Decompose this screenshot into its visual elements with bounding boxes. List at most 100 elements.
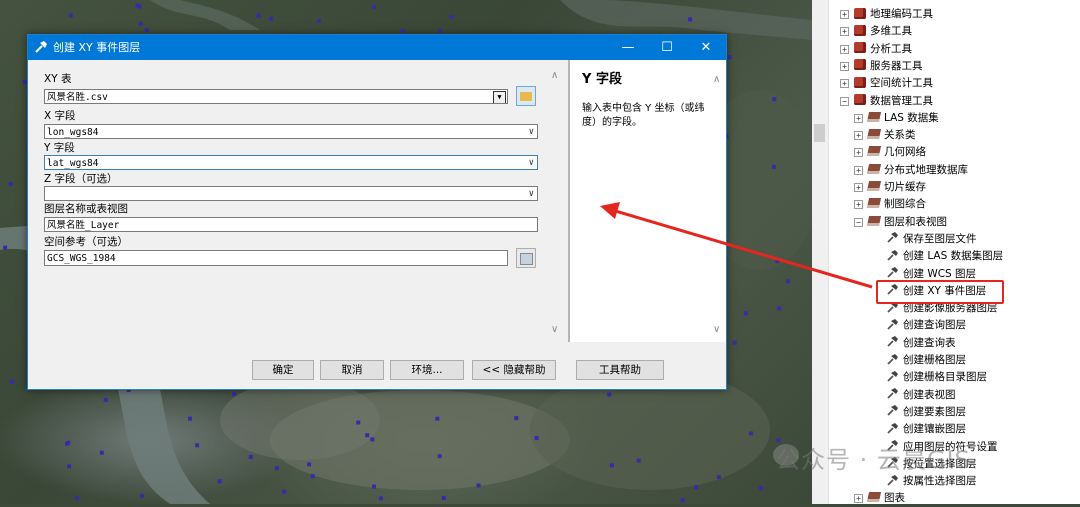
toolbox-item[interactable]: 创建 LAS 数据集图层 xyxy=(886,248,1003,265)
poi-marker xyxy=(103,398,108,403)
poi-marker xyxy=(437,454,442,459)
tool-help-button[interactable]: 工具帮助 xyxy=(576,360,664,380)
dialog-titlebar[interactable]: 创建 XY 事件图层 — ☐ ✕ xyxy=(28,35,726,60)
expand-icon[interactable]: + xyxy=(854,113,863,123)
toolbox-item[interactable]: − 数据管理工具 xyxy=(840,93,933,110)
expand-icon[interactable]: + xyxy=(854,494,863,504)
toolbox-item[interactable]: + 分析工具 xyxy=(840,41,912,58)
toolbox-item[interactable]: 创建要素图层 xyxy=(886,404,966,421)
toolbox-item-label: 关系类 xyxy=(884,129,916,142)
cancel-button[interactable]: 取消 xyxy=(320,360,384,380)
toolbox-item-label: 空间统计工具 xyxy=(870,77,933,90)
collapse-icon[interactable]: − xyxy=(854,217,863,227)
toolbox-item[interactable]: 创建表视图 xyxy=(886,387,956,404)
poi-marker xyxy=(727,55,732,60)
ok-button[interactable]: 确定 xyxy=(252,360,314,380)
toolbox-item[interactable]: − 图层和表视图 xyxy=(854,214,947,231)
dialog-button-bar: 确定 取消 环境... << 隐藏帮助 工具帮助 xyxy=(28,342,726,388)
toolbox-item[interactable]: + 关系类 xyxy=(854,127,916,144)
poi-marker xyxy=(3,245,8,250)
toolbox-item[interactable]: 保存至图层文件 xyxy=(886,231,977,248)
expand-icon[interactable]: + xyxy=(854,148,863,158)
xy-table-select[interactable]: 风景名胜.csv ▼ xyxy=(44,89,508,104)
scroll-up-icon[interactable]: ∧ xyxy=(551,70,558,81)
y-field-value: lat_wgs84 xyxy=(47,158,99,169)
hammer-icon xyxy=(886,353,899,366)
toolbox-item[interactable]: 创建查询表 xyxy=(886,335,956,352)
toolbox-panel: + 地理编码工具 + 多维工具 + 分析工具 + 服务器工具 + 空间统计工具 − 数据管理工具 + LA… xyxy=(812,0,1080,504)
help-scrollbar[interactable]: ∧ ∨ xyxy=(710,60,726,342)
help-title: Y 字段 xyxy=(582,72,622,87)
poi-marker xyxy=(732,340,737,345)
chevron-down-icon: ∨ xyxy=(528,127,534,137)
toolbox-item[interactable]: + 分布式地理数据库 xyxy=(854,162,968,179)
spatial-ref-label: 空间参考（可选） xyxy=(44,236,128,248)
expand-icon[interactable]: + xyxy=(854,165,863,175)
expand-icon[interactable]: + xyxy=(840,79,849,89)
spatial-ref-input[interactable]: GCS_WGS_1984 xyxy=(44,250,508,266)
scroll-up-icon[interactable]: ∧ xyxy=(713,74,720,85)
chevron-down-icon: ∨ xyxy=(528,189,534,199)
toolbox-item[interactable]: 创建查询图层 xyxy=(886,317,966,334)
expand-icon[interactable]: + xyxy=(840,10,849,19)
toolset-icon xyxy=(866,129,882,140)
y-field-select[interactable]: lat_wgs84 ∨ xyxy=(44,155,538,170)
scroll-down-icon[interactable]: ∨ xyxy=(713,324,720,335)
poi-marker xyxy=(8,182,13,187)
toolbox-item-label: 创建 LAS 数据集图层 xyxy=(903,250,1004,263)
collapse-icon[interactable]: − xyxy=(840,96,849,106)
toolbox-item-label: 按属性选择图层 xyxy=(903,475,977,488)
close-button[interactable]: ✕ xyxy=(688,35,724,60)
spatial-ref-properties-button[interactable] xyxy=(516,248,536,268)
toolbox-item-label: 分布式地理数据库 xyxy=(884,163,968,176)
xy-table-label: XY 表 xyxy=(44,73,72,85)
toolbox-scroll-thumb[interactable] xyxy=(814,124,825,142)
expand-icon[interactable]: + xyxy=(840,61,849,71)
poi-marker xyxy=(195,443,200,448)
toolbox-item[interactable]: + LAS 数据集 xyxy=(854,110,939,127)
maximize-button[interactable]: ☐ xyxy=(649,35,685,60)
hide-help-button[interactable]: << 隐藏帮助 xyxy=(472,360,556,380)
layer-name-input[interactable]: 风景名胜_Layer xyxy=(44,217,538,232)
toolbox-scrollbar[interactable] xyxy=(812,0,829,504)
toolset-icon xyxy=(866,111,882,122)
x-field-select[interactable]: lon_wgs84 ∨ xyxy=(44,124,538,139)
environments-button[interactable]: 环境... xyxy=(390,360,464,380)
dialog-title: 创建 XY 事件图层 xyxy=(53,41,141,54)
toolbox-item[interactable]: + 服务器工具 xyxy=(840,58,923,75)
toolbox-item[interactable]: + 多维工具 xyxy=(840,23,912,40)
expand-icon[interactable]: + xyxy=(854,131,863,141)
browse-folder-button[interactable] xyxy=(516,86,536,106)
poi-marker xyxy=(68,13,73,18)
form-scrollbar[interactable]: ∧ ∨ xyxy=(546,60,568,342)
folder-icon xyxy=(520,92,532,101)
poi-marker xyxy=(372,4,377,9)
expand-icon[interactable]: + xyxy=(840,44,849,54)
dropdown-arrow-icon[interactable]: ▼ xyxy=(493,91,506,103)
toolbox-item[interactable]: 按属性选择图层 xyxy=(886,473,977,490)
scroll-down-icon[interactable]: ∨ xyxy=(551,324,558,335)
poi-marker xyxy=(274,466,279,471)
toolbox-item[interactable]: + 地理编码工具 xyxy=(840,6,933,23)
toolbox-item-label: 保存至图层文件 xyxy=(903,232,977,245)
expand-icon[interactable]: + xyxy=(854,183,863,192)
hammer-icon xyxy=(886,318,899,331)
poi-marker xyxy=(476,483,481,488)
expand-icon[interactable]: + xyxy=(840,27,849,37)
hammer-icon xyxy=(35,41,47,53)
toolbox-item[interactable]: + 图表 xyxy=(854,490,905,507)
toolbox-item[interactable]: + 空间统计工具 xyxy=(840,75,933,92)
toolbox-item[interactable]: 创建栅格图层 xyxy=(886,352,966,369)
toolset-icon xyxy=(866,163,882,174)
poi-marker xyxy=(378,496,383,501)
poi-marker xyxy=(514,416,519,421)
toolbox-item-label: 创建栅格目录图层 xyxy=(903,371,987,384)
z-field-select[interactable]: ∨ xyxy=(44,186,538,201)
toolbox-item[interactable]: + 制图综合 xyxy=(854,196,926,213)
toolbox-item[interactable]: 创建镶嵌图层 xyxy=(886,421,966,438)
expand-icon[interactable]: + xyxy=(854,200,863,210)
toolbox-item[interactable]: + 几何网络 xyxy=(854,144,926,161)
toolbox-item[interactable]: 创建栅格目录图层 xyxy=(886,369,987,386)
minimize-button[interactable]: — xyxy=(610,35,646,60)
toolbox-item[interactable]: + 切片缓存 xyxy=(854,179,926,196)
